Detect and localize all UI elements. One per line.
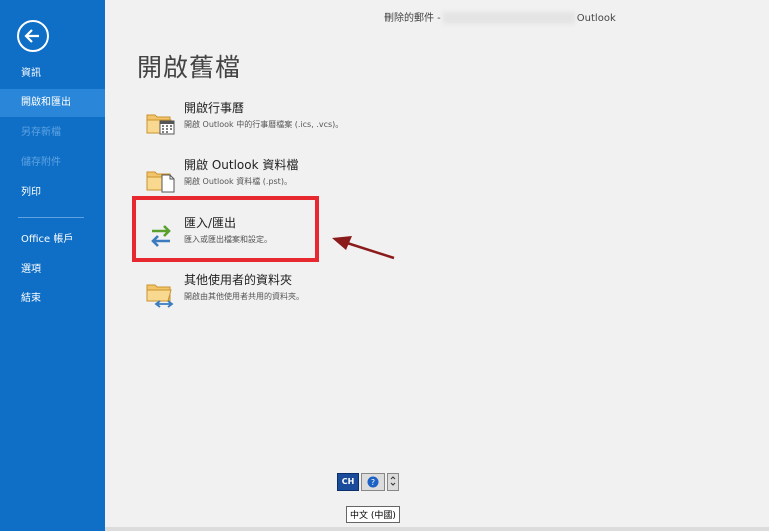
open-calendar-title: 開啟行事曆 <box>184 101 245 115</box>
nav-item-options[interactable]: 選項 <box>0 256 105 284</box>
ime-options-button[interactable] <box>387 473 399 491</box>
other-user-folder-option[interactable]: 其他使用者的資料夾 開啟由其他使用者共用的資料夾。 <box>140 271 320 321</box>
shared-folder-icon <box>146 284 174 308</box>
nav-item-info[interactable]: 資訊 <box>0 60 105 88</box>
back-button[interactable] <box>17 20 49 52</box>
nav-item-save-attachments[interactable]: 儲存附件 <box>0 149 105 177</box>
nav-divider <box>18 217 84 218</box>
open-data-file-desc: 開啟 Outlook 資料檔 (.pst)。 <box>184 177 292 186</box>
other-user-folder-title: 其他使用者的資料夾 <box>184 273 293 287</box>
annotation-arrow-icon <box>332 236 395 260</box>
help-icon: ? <box>367 476 379 488</box>
open-calendar-option[interactable]: 開啟行事曆 開啟 Outlook 中的行事曆檔案 (.ics, .vcs)。 <box>140 99 343 149</box>
ime-help-button[interactable]: ? <box>361 473 385 491</box>
open-data-file-title: 開啟 Outlook 資料檔 <box>184 158 299 172</box>
bottom-strip <box>105 527 769 531</box>
chevron-updown-icon <box>390 476 396 486</box>
back-arrow-icon <box>24 29 39 43</box>
other-user-folder-desc: 開啟由其他使用者共用的資料夾。 <box>184 292 304 301</box>
data-file-folder-icon <box>146 171 175 193</box>
ime-tooltip: 中文 (中國) <box>346 506 400 523</box>
window-title: 刪除的郵件 - Outlook <box>384 9 616 24</box>
nav-item-exit[interactable]: 結束 <box>0 285 105 313</box>
ime-toolbar: CH ? <box>337 473 399 491</box>
open-calendar-desc: 開啟 Outlook 中的行事曆檔案 (.ics, .vcs)。 <box>184 120 344 129</box>
window-title-suffix: Outlook <box>576 13 616 24</box>
nav-item-print[interactable]: 列印 <box>0 179 105 207</box>
nav-item-open-export[interactable]: 開啟和匯出 <box>0 89 105 117</box>
page-title: 開啟舊檔 <box>137 53 242 82</box>
redacted-region <box>442 12 575 24</box>
highlight-box <box>132 196 319 262</box>
nav-item-save-as[interactable]: 另存新檔 <box>0 119 105 147</box>
nav-item-office-account[interactable]: Office 帳戶 <box>0 226 105 254</box>
ime-mode-button[interactable]: CH <box>337 473 359 491</box>
window-title-prefix: 刪除的郵件 - <box>384 13 441 24</box>
help-glyph: ? <box>371 478 375 487</box>
calendar-folder-icon <box>146 114 175 135</box>
backstage-sidebar: 資訊 開啟和匯出 另存新檔 儲存附件 列印 Office 帳戶 選項 結束 <box>0 0 105 531</box>
